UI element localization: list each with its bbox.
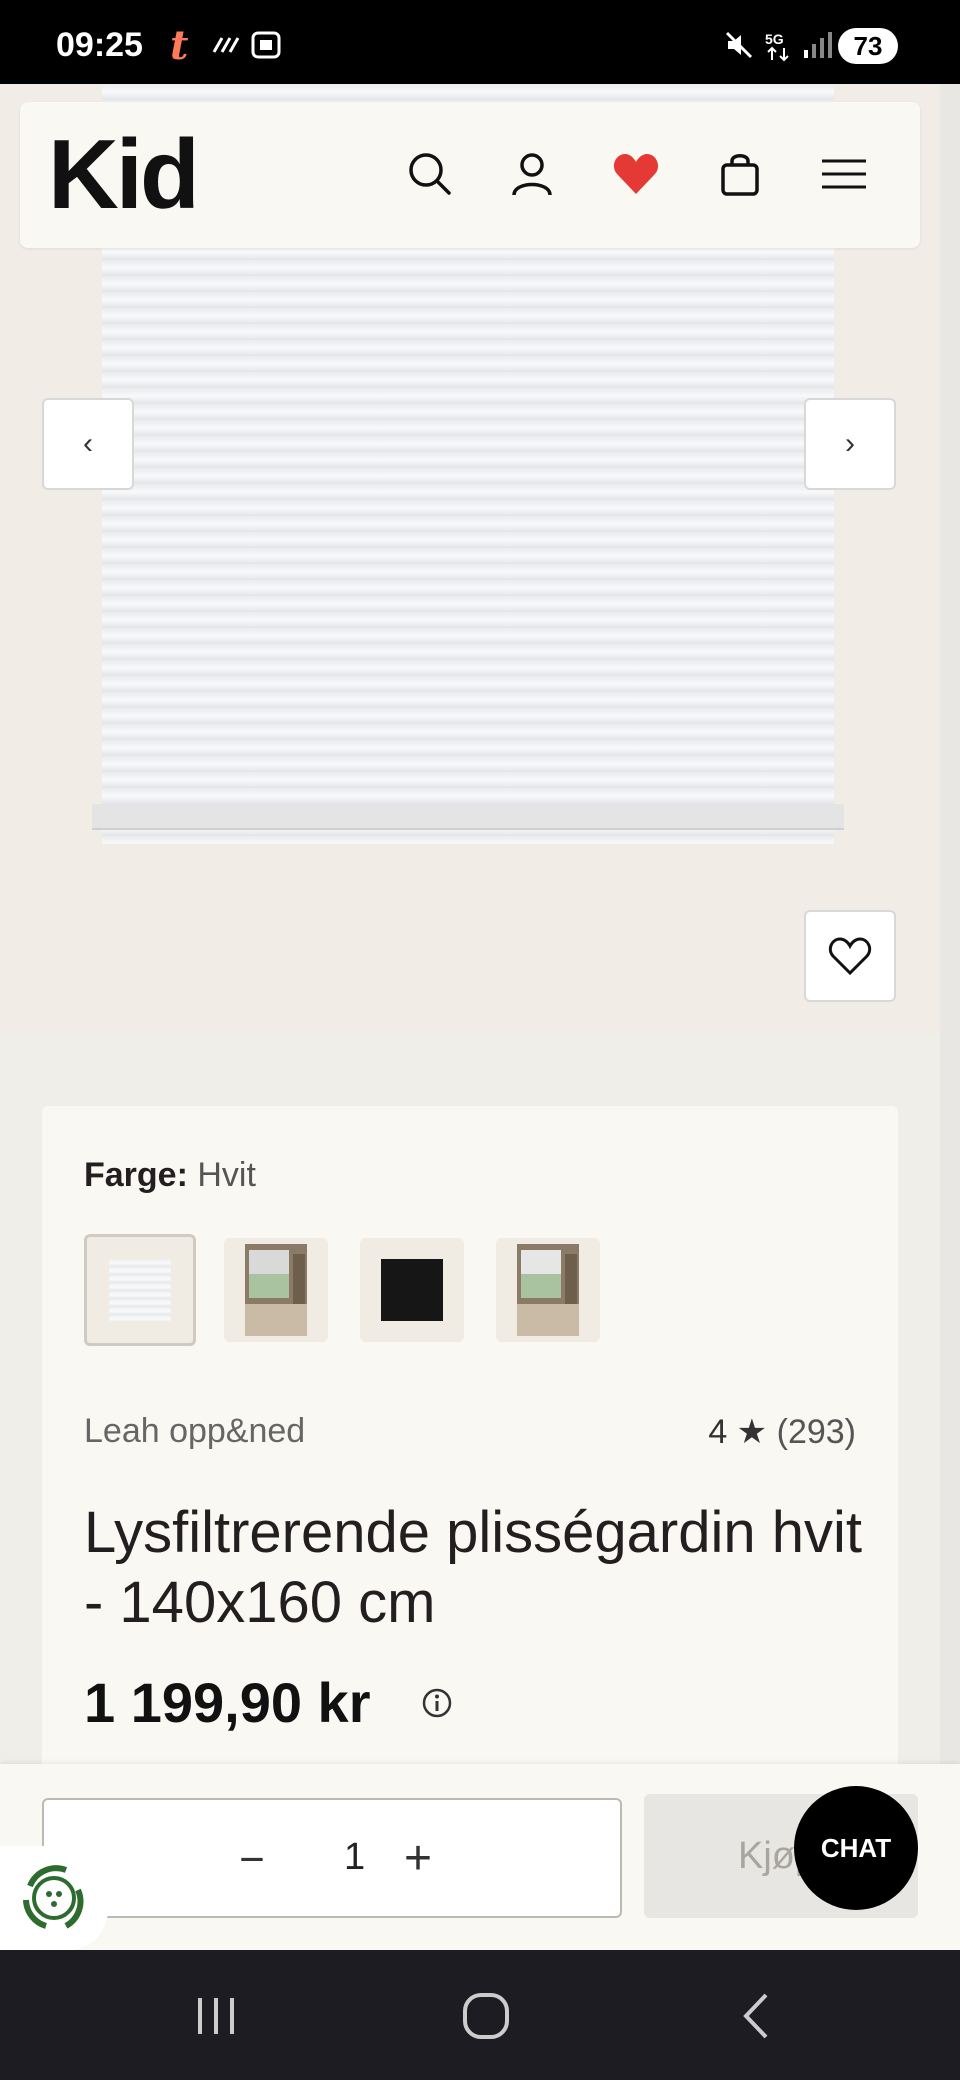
chevron-left-icon: ‹: [83, 427, 93, 460]
shopping-bag-icon: [721, 154, 759, 196]
home-icon: [463, 1993, 509, 2039]
back-button[interactable]: [724, 1984, 788, 2048]
recent-apps-button[interactable]: [184, 1984, 248, 2048]
status-bar: 09:25 t 5G 73: [0, 0, 960, 84]
add-to-wishlist-button[interactable]: [804, 910, 896, 1002]
search-icon: [409, 153, 451, 195]
blind-bottom-rail: [92, 804, 844, 830]
battery-indicator: 73: [838, 28, 898, 64]
color-selector-label: Farge: Hvit: [84, 1156, 256, 1195]
chevron-right-icon: ›: [845, 427, 855, 460]
search-button[interactable]: [400, 144, 460, 204]
recycle-icon: [23, 1865, 84, 1929]
product-page: 09:25 t 5G 73 Kid ‹ › Farge: Hvit Leah o…: [0, 0, 960, 2080]
room-with-blind-thumbnail: [245, 1244, 307, 1336]
system-nav-bar: [0, 1950, 960, 2080]
product-info-card: Farge: Hvit Leah opp&ned 4 ★ (293) Lysfi…: [42, 1106, 898, 1826]
product-price: 1 199,90 kr: [84, 1671, 371, 1734]
product-rating[interactable]: 4 ★ (293): [708, 1412, 856, 1452]
rating-stars: 4 ★: [708, 1413, 768, 1451]
home-button[interactable]: [454, 1984, 518, 2048]
svg-text:5G: 5G: [765, 31, 784, 47]
white-blind-thumbnail: [109, 1259, 171, 1321]
decrease-quantity-button[interactable]: −: [230, 1835, 274, 1884]
signal-icon: [212, 37, 240, 53]
chat-button[interactable]: CHAT: [794, 1786, 918, 1910]
account-icon: [512, 153, 552, 196]
cart-button[interactable]: [710, 144, 770, 204]
increase-quantity-button[interactable]: +: [396, 1832, 440, 1885]
swatch-room-2[interactable]: [496, 1238, 600, 1342]
site-header: Kid: [20, 102, 920, 248]
carousel-next-button[interactable]: ›: [804, 398, 896, 490]
menu-icon: [822, 159, 866, 189]
recent-apps-icon: [198, 1998, 234, 2034]
heart-outline-icon: [828, 937, 872, 976]
swatch-room-1[interactable]: [224, 1238, 328, 1342]
5g-icon: 5G: [765, 31, 789, 62]
eco-badge[interactable]: [0, 1846, 108, 1950]
review-count: (293): [776, 1413, 856, 1451]
room-with-blind-thumbnail-2: [517, 1244, 579, 1336]
menu-button[interactable]: [814, 144, 874, 204]
account-button[interactable]: [502, 144, 562, 204]
black-blind-thumbnail: [381, 1259, 443, 1321]
price-info-icon[interactable]: [420, 1686, 454, 1720]
cell-signal-icon: [804, 32, 832, 58]
swatch-white[interactable]: [84, 1234, 196, 1346]
scrollbar[interactable]: [940, 84, 960, 1774]
favorites-button[interactable]: [606, 144, 666, 204]
quantity-stepper: − 1 +: [42, 1798, 622, 1918]
screenshot-icon: [251, 31, 281, 59]
color-value: Hvit: [197, 1156, 256, 1194]
color-label: Farge:: [84, 1156, 188, 1194]
site-logo[interactable]: Kid: [48, 124, 200, 224]
mute-icon: [725, 31, 753, 59]
quantity-value[interactable]: 1: [344, 1836, 365, 1879]
status-time: 09:25: [56, 26, 143, 64]
product-title: Lysfiltrerende plisségardin hvit - 140x1…: [84, 1500, 863, 1635]
app-notification-icon: t: [170, 22, 189, 69]
product-brand[interactable]: Leah opp&ned: [84, 1412, 305, 1451]
back-icon: [743, 1993, 768, 2039]
swatch-black[interactable]: [360, 1238, 464, 1342]
carousel-prev-button[interactable]: ‹: [42, 398, 134, 490]
favorites-heart-icon: [613, 154, 659, 194]
